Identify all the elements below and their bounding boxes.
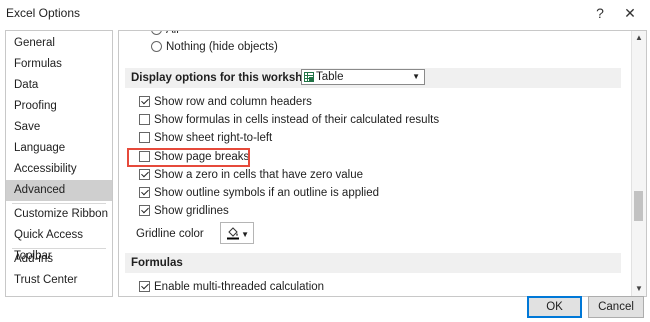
sidebar-item-general[interactable]: General bbox=[6, 33, 112, 54]
window-title: Excel Options bbox=[6, 6, 81, 20]
sidebar-item-trust-center[interactable]: Trust Center bbox=[6, 270, 112, 291]
ok-button[interactable]: OK bbox=[527, 296, 582, 318]
checkbox-row-column-headers[interactable] bbox=[139, 96, 150, 107]
sidebar-item-add-ins[interactable]: Add-ins bbox=[6, 249, 112, 270]
gridline-color-picker[interactable]: ▼ bbox=[220, 222, 254, 244]
worksheet-select-value: Table bbox=[316, 71, 344, 83]
scroll-down-icon[interactable]: ▼ bbox=[632, 282, 646, 296]
option-label: Show outline symbols if an outline is ap… bbox=[154, 187, 380, 199]
option-label: Enable multi-threaded calculation bbox=[154, 281, 325, 293]
close-button[interactable]: ✕ bbox=[620, 4, 640, 22]
sidebar-item-formulas[interactable]: Formulas bbox=[6, 54, 112, 75]
options-panel: All Nothing (hide objects) Display optio… bbox=[118, 30, 647, 297]
sidebar-item-data[interactable]: Data bbox=[6, 75, 112, 96]
sidebar-item-accessibility[interactable]: Accessibility bbox=[6, 159, 112, 180]
sidebar-item-advanced[interactable]: Advanced bbox=[6, 180, 112, 201]
worksheet-section-title: Display options for this worksheet: bbox=[131, 72, 323, 84]
cancel-button[interactable]: Cancel bbox=[588, 296, 644, 318]
checkbox-outline-symbols[interactable] bbox=[139, 187, 150, 198]
radio-nothing-label: Nothing (hide objects) bbox=[166, 41, 278, 53]
radio-nothing[interactable] bbox=[151, 41, 162, 52]
formulas-section-header: Formulas bbox=[125, 253, 621, 273]
worksheet-section-header: Display options for this worksheet: Tabl… bbox=[125, 68, 621, 88]
checkbox-show-formulas[interactable] bbox=[139, 114, 150, 125]
option-label: Show a zero in cells that have zero valu… bbox=[154, 169, 364, 181]
paint-bucket-icon bbox=[227, 227, 239, 240]
vertical-scrollbar[interactable]: ▲ ▼ bbox=[631, 31, 646, 296]
scroll-up-icon[interactable]: ▲ bbox=[632, 31, 646, 45]
option-label: Show formulas in cells instead of their … bbox=[154, 114, 440, 126]
option-label: Show sheet right-to-left bbox=[154, 132, 273, 144]
sidebar-item-quick-access-toolbar[interactable]: Quick Access Toolbar bbox=[6, 225, 112, 262]
title-bar: Excel Options ? ✕ bbox=[0, 0, 650, 28]
checkbox-show-gridlines[interactable] bbox=[139, 205, 150, 216]
sheet-icon bbox=[304, 72, 314, 82]
sidebar-item-proofing[interactable]: Proofing bbox=[6, 96, 112, 117]
option-label: Show gridlines bbox=[154, 205, 229, 217]
chevron-down-icon: ▼ bbox=[412, 72, 420, 81]
chevron-down-icon: ▼ bbox=[241, 230, 249, 239]
sidebar-item-save[interactable]: Save bbox=[6, 117, 112, 138]
sidebar-item-customize-ribbon[interactable]: Customize Ribbon bbox=[6, 204, 112, 225]
checkbox-right-to-left[interactable] bbox=[139, 132, 150, 143]
gridline-color-row: Gridline color ▼ bbox=[136, 222, 254, 244]
worksheet-select[interactable]: Table ▼ bbox=[301, 69, 425, 85]
formulas-section-title: Formulas bbox=[131, 257, 183, 269]
checkbox-show-zero[interactable] bbox=[139, 169, 150, 180]
sidebar-item-language[interactable]: Language bbox=[6, 138, 112, 159]
option-label: Show row and column headers bbox=[154, 96, 312, 108]
gridline-color-label: Gridline color bbox=[136, 228, 204, 240]
radio-all-label: All bbox=[166, 30, 179, 36]
checkbox-multithreaded[interactable] bbox=[139, 281, 150, 292]
scroll-thumb[interactable] bbox=[634, 191, 643, 221]
options-sidebar: General Formulas Data Proofing Save Lang… bbox=[5, 30, 113, 297]
radio-all[interactable] bbox=[151, 31, 162, 35]
help-button[interactable]: ? bbox=[590, 4, 610, 22]
highlight-box bbox=[127, 148, 250, 167]
